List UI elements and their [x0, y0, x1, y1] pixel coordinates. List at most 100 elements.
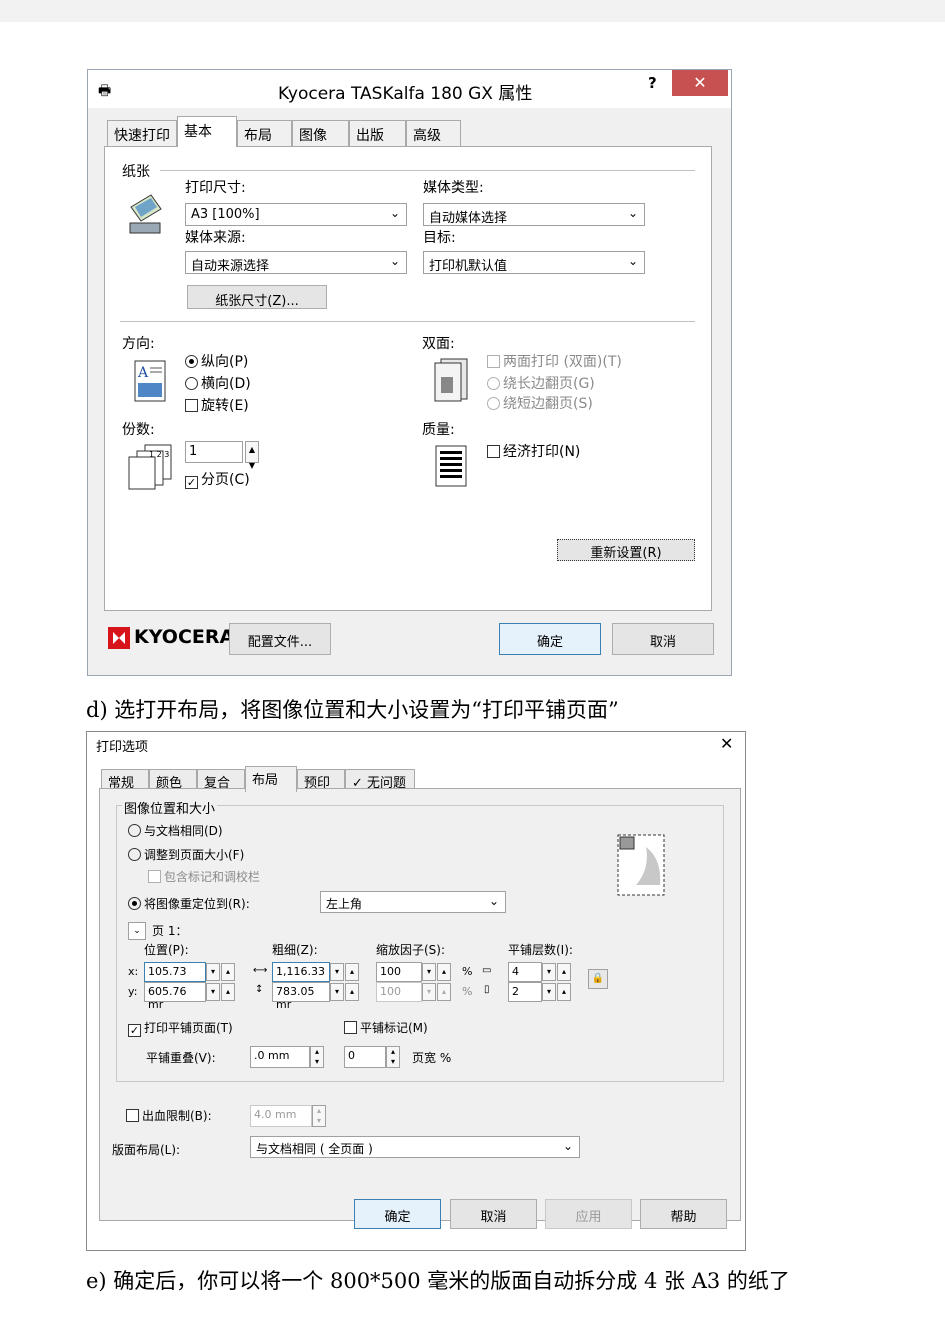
print-tiled-option[interactable]: ✓ 打印平铺页面(T)	[128, 1019, 233, 1037]
tab-publishing[interactable]: 出版	[349, 120, 406, 146]
portrait-option[interactable]: 纵向(P)	[185, 351, 248, 371]
x-position-dropdown[interactable]: ▾	[206, 963, 220, 981]
scale-y-input[interactable]: 100	[376, 982, 422, 1002]
orientation-label: 方向:	[122, 336, 155, 352]
rotate-option[interactable]: 旋转(E)	[185, 395, 249, 415]
height-input[interactable]: 783.05 mr	[272, 982, 330, 1011]
paper-size-button[interactable]: 纸张尺寸(Z)...	[187, 285, 327, 309]
media-type-value: 自动媒体选择	[429, 211, 508, 226]
include-marks-option[interactable]: 包含标记和调校栏	[148, 868, 260, 885]
page-width-spinner[interactable]: ▴ ▾	[386, 1046, 400, 1068]
reposition-value: 左上角	[326, 897, 363, 911]
tile-y-dropdown[interactable]: ▾	[542, 983, 556, 1001]
kyocera-logo: KYOCERA	[108, 626, 234, 652]
reposition-label: 将图像重定位到(R):	[144, 897, 250, 911]
tile-x-input[interactable]: 4	[508, 962, 542, 982]
tab-image[interactable]: 图像	[292, 120, 349, 146]
x-position-spinner[interactable]: ▴	[221, 963, 235, 981]
scale-x-dropdown[interactable]: ▾	[422, 963, 436, 981]
width-dropdown[interactable]: ▾	[330, 963, 344, 981]
height-spinner[interactable]: ▴	[345, 983, 359, 1001]
divider	[160, 170, 695, 171]
print-size-select[interactable]: A3 [100%] ⌄	[185, 203, 407, 226]
profile-button[interactable]: 配置文件...	[229, 623, 331, 655]
destination-select[interactable]: 打印机默认值 ⌄	[423, 251, 645, 274]
eco-print-option[interactable]: 经济打印(N)	[487, 441, 580, 461]
tab-advanced[interactable]: 高级	[406, 120, 461, 146]
copies-icon: 1 2 3	[127, 443, 175, 491]
bleed-spinner[interactable]: ▴ ▾	[312, 1105, 326, 1127]
bleed-input[interactable]: 4.0 mm	[250, 1105, 312, 1127]
scale-x-input[interactable]: 100	[376, 962, 422, 982]
reset-button[interactable]: 重新设置(R)	[557, 539, 695, 561]
layout-select[interactable]: 与文档相同 ( 全页面 ) ⌄	[250, 1136, 580, 1158]
tab-basic[interactable]: 基本	[177, 116, 237, 147]
svg-text:1 2 3: 1 2 3	[149, 450, 169, 459]
x-position-input[interactable]: 105.73 mr	[144, 962, 206, 991]
page-width-input[interactable]: 0	[344, 1046, 386, 1068]
tab-layout[interactable]: 布局	[237, 120, 292, 146]
group-title: 图像位置和大小	[122, 798, 218, 817]
tab-layout[interactable]: 布局	[245, 766, 297, 792]
radio-disabled	[487, 397, 500, 410]
printer-properties-dialog: 🖶 Kyocera TASKalfa 180 GX 属性 ? ✕ 快速打印 基本…	[87, 69, 732, 676]
media-source-select[interactable]: 自动来源选择 ⌄	[185, 251, 407, 274]
landscape-option[interactable]: 横向(D)	[185, 373, 251, 393]
tile-y-input[interactable]: 2	[508, 982, 542, 1002]
long-edge-option[interactable]: 绕长边翻页(G)	[487, 373, 595, 393]
reposition-select[interactable]: 左上角 ⌄	[320, 891, 506, 913]
destination-value: 打印机默认值	[429, 259, 508, 274]
checkbox-checked: ✓	[185, 476, 198, 489]
top-band	[0, 0, 945, 22]
same-as-doc-option[interactable]: 与文档相同(D)	[128, 822, 223, 839]
scale-y-spinner[interactable]: ▴	[437, 983, 451, 1001]
y-position-dropdown[interactable]: ▾	[206, 983, 220, 1001]
step-e-text: e) 确定后，你可以将一个 800*500 毫米的版面自动拆分成 4 张 A3 …	[86, 1269, 790, 1293]
tab-quick-print[interactable]: 快速打印	[107, 120, 177, 146]
tile-overlap-input[interactable]: .0 mm	[250, 1046, 310, 1068]
cancel-button[interactable]: 取消	[450, 1199, 537, 1229]
tile-x-spinner[interactable]: ▴	[557, 963, 571, 981]
tile-y-spinner[interactable]: ▴	[557, 983, 571, 1001]
paper-icon	[127, 189, 163, 237]
svg-text:A: A	[137, 365, 149, 381]
width-spinner[interactable]: ▴	[345, 963, 359, 981]
checkbox-disabled	[487, 355, 500, 368]
scale-y-dropdown[interactable]: ▾	[422, 983, 436, 1001]
chevron-down-icon: ⌄	[627, 206, 638, 220]
help-button[interactable]: 帮助	[640, 1199, 727, 1229]
short-edge-option[interactable]: 绕短边翻页(S)	[487, 393, 593, 413]
height-dropdown[interactable]: ▾	[330, 983, 344, 1001]
duplex-label: 双面:	[422, 336, 455, 352]
bleed-value: 4.0 mm	[254, 1108, 297, 1121]
tile-overlap-spinner[interactable]: ▴ ▾	[310, 1046, 324, 1068]
scale-x-spinner[interactable]: ▴	[437, 963, 451, 981]
cancel-button[interactable]: 取消	[612, 623, 714, 655]
bleed-option[interactable]: 出血限制(B):	[126, 1107, 212, 1124]
printer-icon: 🖶	[98, 83, 112, 99]
y-position-spinner[interactable]: ▴	[221, 983, 235, 1001]
checkbox-disabled	[148, 870, 161, 883]
apply-button[interactable]: 应用	[545, 1199, 632, 1229]
collate-option[interactable]: ✓ 分页(C)	[185, 469, 250, 489]
close-icon[interactable]: ✕	[720, 734, 733, 753]
collate-label: 分页(C)	[201, 472, 250, 488]
width-input[interactable]: 1,116.33 n	[272, 962, 330, 991]
reposition-option[interactable]: 将图像重定位到(R):	[128, 895, 250, 912]
page-width-label: 页宽 %	[412, 1051, 452, 1065]
collapse-toggle[interactable]: ⌄	[128, 922, 146, 940]
copies-input[interactable]: 1	[185, 441, 243, 463]
lock-icon[interactable]: 🔒	[588, 969, 608, 989]
copies-spinner[interactable]: ▲ ▼	[245, 441, 259, 470]
tile-marks-option[interactable]: 平铺标记(M)	[344, 1019, 428, 1036]
dialog-title: 打印选项	[96, 740, 149, 755]
fit-to-page-option[interactable]: 调整到页面大小(F)	[128, 846, 244, 863]
y-position-input[interactable]: 605.76 mr	[144, 982, 206, 1011]
ok-button[interactable]: 确定	[354, 1199, 441, 1229]
duplex-print-option[interactable]: 两面打印 (双面)(T)	[487, 351, 622, 371]
tile-x-dropdown[interactable]: ▾	[542, 963, 556, 981]
help-icon[interactable]: ?	[648, 74, 657, 92]
close-button[interactable]: ✕	[672, 70, 728, 96]
ok-button[interactable]: 确定	[499, 623, 601, 655]
media-type-select[interactable]: 自动媒体选择 ⌄	[423, 203, 645, 226]
